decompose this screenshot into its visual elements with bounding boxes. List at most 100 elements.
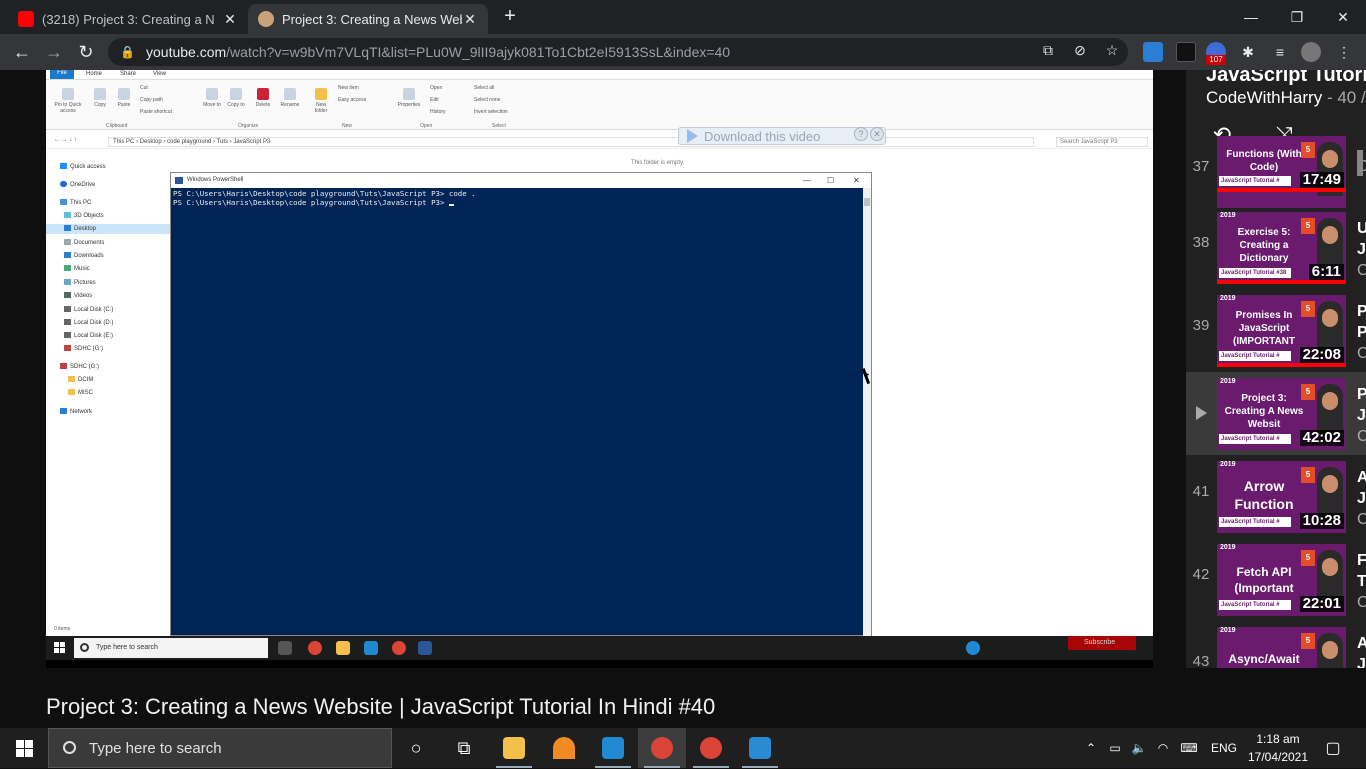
- reload-icon[interactable]: ↻: [74, 40, 98, 64]
- back-icon[interactable]: ←: [10, 40, 34, 64]
- playlist-item[interactable]: 43 2019 Async/Await 5 AJ: [1186, 621, 1366, 668]
- explorer-status: 0 items: [54, 626, 71, 632]
- cortana-icon[interactable]: ○: [392, 728, 440, 768]
- tab-youtube[interactable]: (3218) Project 3: Creating a N ✕: [8, 4, 248, 34]
- video-thumbnail[interactable]: 2019 Async/Await 5: [1217, 627, 1346, 668]
- playlist-item[interactable]: 39 2019 Promises In JavaScript (IMPORTAN…: [1186, 289, 1366, 372]
- keyboard-icon[interactable]: ⌨: [1176, 728, 1202, 768]
- address-bar[interactable]: 🔒 youtube.com/watch?v=w9bVm7VLqTI&list=P…: [108, 38, 1128, 66]
- chrome-profile-icon[interactable]: [687, 728, 735, 768]
- chrome-icon[interactable]: [638, 728, 686, 768]
- subscribe-watermark[interactable]: Subscribe: [1068, 636, 1136, 650]
- eye-off-icon[interactable]: ⊘: [1070, 40, 1090, 60]
- explorer-breadcrumb: This PC › Desktop › code playground › Tu…: [108, 137, 1034, 147]
- extension-icon[interactable]: [1143, 42, 1163, 62]
- video-thumbnail[interactable]: Functions (With Code) 5 JavaScript Tutor…: [1217, 136, 1346, 208]
- thumbnail-footer: JavaScript Tutorial #: [1219, 351, 1291, 361]
- video-player[interactable]: File Home Share View Pin to Quick access…: [46, 70, 1153, 668]
- close-icon[interactable]: ✕: [870, 127, 884, 141]
- folder-icon: [68, 376, 75, 383]
- ribbon-group-new: New: [342, 123, 353, 129]
- console-scrollbar: [863, 188, 871, 636]
- playlist-item-current[interactable]: 2019 Project 3: Creating A News Websit 5…: [1186, 372, 1366, 455]
- video-thumbnail[interactable]: 2019 Promises In JavaScript (IMPORTANT 5…: [1217, 295, 1346, 367]
- thumbnail-footer: JavaScript Tutorial #38: [1219, 268, 1291, 278]
- video-thumbnail[interactable]: 2019 Project 3: Creating A News Websit 5…: [1217, 378, 1346, 450]
- youtube-icon: [18, 11, 34, 27]
- year-tag: 2019: [1220, 627, 1236, 634]
- powershell-title: Windows PowerShell: [187, 177, 244, 183]
- system-clock[interactable]: 1:18 am 17/04/2021: [1244, 730, 1312, 766]
- restore-icon[interactable]: ❐: [1274, 0, 1320, 34]
- profile-avatar[interactable]: [1301, 42, 1321, 62]
- cloud-icon: [60, 181, 67, 188]
- playlist-subtitle: CodeWithHarry - 40 / 5: [1206, 88, 1366, 108]
- duration-badge: 42:02: [1299, 430, 1344, 446]
- battery-icon[interactable]: ▭: [1104, 728, 1126, 768]
- taskbar-search-box[interactable]: Type here to search: [48, 728, 392, 768]
- media-queue-icon[interactable]: ≡: [1270, 42, 1290, 62]
- duration-badge: 22:01: [1299, 596, 1344, 612]
- html5-badge-icon: 5: [1301, 550, 1315, 566]
- playlist-index: 38: [1192, 234, 1210, 251]
- nav-item: Network: [60, 407, 92, 417]
- show-hidden-icons-icon[interactable]: ⌃: [1080, 728, 1102, 768]
- watched-progress-bar: [1217, 363, 1346, 367]
- open-external-icon[interactable]: ⧉: [1038, 40, 1058, 60]
- volume-icon[interactable]: 🔈: [1128, 728, 1150, 768]
- cube-icon: [64, 212, 71, 219]
- console-line: PS C:\Users\Haris\Desktop\code playgroun…: [173, 189, 476, 198]
- tab-active[interactable]: Project 3: Creating a News Websi ✕: [248, 4, 488, 34]
- duration-badge: 10:28: [1299, 513, 1344, 529]
- thumbnail-title: Async/Await: [1228, 652, 1300, 666]
- video-thumbnail[interactable]: 2019 Arrow Function 5 JavaScript Tutoria…: [1217, 461, 1346, 533]
- rainbow-app-icon[interactable]: [540, 728, 588, 768]
- duration-badge: 6:11: [1308, 264, 1344, 280]
- extension-js-icon[interactable]: [1176, 42, 1196, 62]
- thumbnail-title: Arrow Function: [1234, 478, 1294, 512]
- extension-badge-count: 107: [1206, 55, 1226, 65]
- explorer-ribbon-tabs: File Home Share View: [46, 70, 1153, 80]
- close-tab-icon[interactable]: ✕: [462, 11, 478, 28]
- pictures-icon: [64, 279, 71, 286]
- pin-icon: [62, 88, 74, 100]
- puzzle-icon[interactable]: ✱: [1238, 42, 1258, 62]
- video-thumbnail[interactable]: 2019 Fetch API (Important 5 JavaScript T…: [1217, 544, 1346, 616]
- nav-item: Local Disk (D:): [64, 318, 113, 328]
- playlist-item[interactable]: 38 2019 Exercise 5: Creating a Dictionar…: [1186, 206, 1366, 289]
- copy-path-button: Copy path: [140, 97, 163, 103]
- ribbon-group-clipboard: Clipboard: [106, 123, 128, 129]
- disk-icon: [64, 306, 71, 313]
- menu-kebab-icon[interactable]: ⋮: [1334, 42, 1354, 62]
- notifications-icon[interactable]: ▢: [1318, 728, 1348, 768]
- playlist-scrollbar[interactable]: [1355, 150, 1363, 668]
- vscode-icon[interactable]: [589, 728, 637, 768]
- ribbon-group-open: Open: [420, 123, 433, 129]
- playlist-title[interactable]: JavaScript Tutorials: [1206, 70, 1366, 87]
- thumbnail-footer: JavaScript Tutorial #: [1219, 600, 1291, 610]
- new-tab-button[interactable]: +: [498, 5, 522, 29]
- windows-start-icon[interactable]: [0, 728, 48, 768]
- watched-progress-bar: [1217, 188, 1346, 192]
- bookmark-star-icon[interactable]: ☆: [1102, 40, 1122, 60]
- download-icon: [64, 252, 71, 259]
- video-thumbnail[interactable]: 2019 Exercise 5: Creating a Dictionary 5…: [1217, 212, 1346, 284]
- thumbnail-footer: JavaScript Tutorial #: [1219, 517, 1291, 527]
- file-explorer-icon[interactable]: [490, 728, 538, 768]
- photos-icon[interactable]: [736, 728, 784, 768]
- close-window-icon[interactable]: ✕: [1320, 0, 1366, 34]
- explorer-nav-arrows-icon: ← → ↓ ↑: [54, 137, 78, 143]
- tab-title: Project 3: Creating a News Websi: [282, 11, 462, 27]
- minimize-icon[interactable]: —: [1228, 0, 1274, 34]
- play-icon: [687, 129, 698, 143]
- playlist-item[interactable]: 42 2019 Fetch API (Important 5 JavaScrip…: [1186, 538, 1366, 621]
- playlist-channel[interactable]: CodeWithHarry: [1206, 88, 1322, 107]
- close-tab-icon[interactable]: ✕: [222, 11, 238, 28]
- help-icon[interactable]: ?: [854, 127, 868, 141]
- task-view-icon[interactable]: ⧉: [440, 728, 488, 768]
- wifi-icon[interactable]: ◠: [1152, 728, 1174, 768]
- input-language[interactable]: ENG: [1206, 728, 1242, 768]
- forward-icon[interactable]: →: [42, 40, 66, 64]
- playlist-item[interactable]: 41 2019 Arrow Function 5 JavaScript Tuto…: [1186, 455, 1366, 538]
- new-folder-button: New folder: [310, 88, 332, 114]
